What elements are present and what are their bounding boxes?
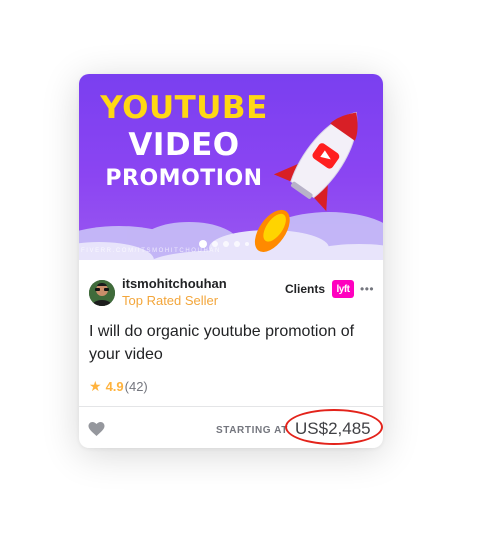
page: YOUTUBE VIDEO PROMOTION FIVERR.COM/ITSMO… (0, 0, 484, 554)
banner-headline-line1: YOUTUBE (100, 90, 268, 126)
slide-indicator[interactable] (199, 240, 249, 248)
slide-dot-1[interactable] (199, 240, 207, 248)
clients-label: Clients (285, 282, 326, 296)
slide-dot-5[interactable] (245, 242, 249, 246)
rating-score: 4.9 (105, 379, 124, 394)
starting-at-label: STARTING AT (216, 425, 288, 436)
slide-dot-4[interactable] (234, 241, 240, 247)
seller-info[interactable]: itsmohitchouhan Top Rated Seller (89, 276, 227, 309)
avatar-image (89, 279, 115, 306)
more-icon[interactable]: ••• (360, 283, 374, 295)
divider (79, 406, 383, 407)
price-highlight-circle (285, 409, 383, 445)
banner-watermark: FIVERR.COM/ITSMOHITCHOUHAN (81, 248, 221, 254)
rating-count: (42) (124, 379, 148, 394)
banner-headline-line2: VIDEO (128, 127, 240, 163)
slide-dot-2[interactable] (212, 241, 218, 247)
gig-title[interactable]: I will do organic youtube promotion of y… (89, 320, 375, 366)
client-logo-lyft[interactable]: lyft (332, 280, 355, 298)
seller-level-badge: Top Rated Seller (122, 293, 219, 308)
star-icon: ★ (89, 378, 102, 394)
seller-name[interactable]: itsmohitchouhan (122, 276, 227, 292)
banner-headline-line3: PROMOTION (105, 166, 263, 191)
gig-banner-image[interactable]: YOUTUBE VIDEO PROMOTION FIVERR.COM/ITSMO… (79, 74, 383, 260)
avatar[interactable] (89, 279, 115, 306)
clients-section: Clients lyft ••• (285, 280, 374, 298)
slide-dot-3[interactable] (223, 241, 229, 247)
heart-icon[interactable] (88, 421, 105, 437)
rating: ★ 4.9 (42) (89, 378, 148, 395)
gig-card[interactable]: YOUTUBE VIDEO PROMOTION FIVERR.COM/ITSMO… (79, 74, 383, 448)
